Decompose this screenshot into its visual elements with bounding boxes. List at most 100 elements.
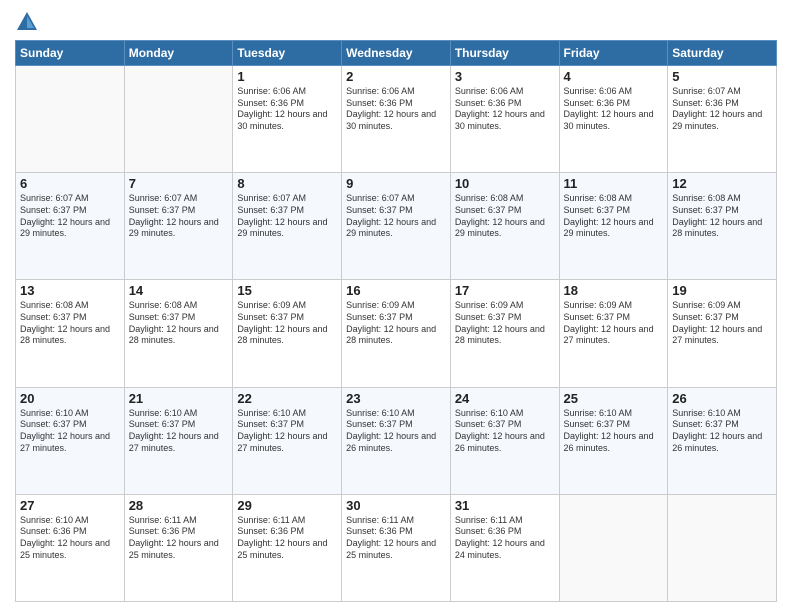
week-row-2: 13 Sunrise: 6:08 AMSunset: 6:37 PMDayligh… bbox=[16, 280, 777, 387]
calendar-cell: 21 Sunrise: 6:10 AMSunset: 6:37 PMDayligh… bbox=[124, 387, 233, 494]
weekday-header-monday: Monday bbox=[124, 41, 233, 66]
logo-icon bbox=[15, 10, 39, 34]
cell-info: Sunrise: 6:09 AMSunset: 6:37 PMDaylight:… bbox=[346, 300, 446, 347]
weekday-header-row: SundayMondayTuesdayWednesdayThursdayFrid… bbox=[16, 41, 777, 66]
weekday-header-sunday: Sunday bbox=[16, 41, 125, 66]
week-row-4: 27Sunrise: 6:10 AMSunset: 6:36 PMDayligh… bbox=[16, 494, 777, 601]
calendar-cell: 18 Sunrise: 6:09 AMSunset: 6:37 PMDayligh… bbox=[559, 280, 668, 387]
day-number: 16 bbox=[346, 283, 446, 298]
calendar-cell bbox=[559, 494, 668, 601]
calendar-cell: 7 Sunrise: 6:07 AMSunset: 6:37 PMDaylight… bbox=[124, 173, 233, 280]
calendar-cell: 3 Sunrise: 6:06 AMSunset: 6:36 PMDaylight… bbox=[450, 66, 559, 173]
day-number: 26 bbox=[672, 391, 772, 406]
calendar-cell: 25 Sunrise: 6:10 AMSunset: 6:37 PMDayligh… bbox=[559, 387, 668, 494]
day-number: 24 bbox=[455, 391, 555, 406]
cell-info: Sunrise: 6:10 AMSunset: 6:37 PMDaylight:… bbox=[20, 408, 120, 455]
cell-info: Sunrise: 6:07 AMSunset: 6:37 PMDaylight:… bbox=[129, 193, 229, 240]
cell-info: Sunrise: 6:09 AMSunset: 6:37 PMDaylight:… bbox=[237, 300, 337, 347]
day-number: 1 bbox=[237, 69, 337, 84]
day-number: 15 bbox=[237, 283, 337, 298]
calendar-cell: 27Sunrise: 6:10 AMSunset: 6:36 PMDayligh… bbox=[16, 494, 125, 601]
cell-info: Sunrise: 6:10 AMSunset: 6:37 PMDaylight:… bbox=[237, 408, 337, 455]
calendar-cell: 16 Sunrise: 6:09 AMSunset: 6:37 PMDayligh… bbox=[342, 280, 451, 387]
calendar-cell bbox=[16, 66, 125, 173]
logo bbox=[15, 10, 43, 34]
day-number: 12 bbox=[672, 176, 772, 191]
day-number: 23 bbox=[346, 391, 446, 406]
day-number: 14 bbox=[129, 283, 229, 298]
cell-info: Sunrise: 6:11 AMSunset: 6:36 PMDaylight:… bbox=[346, 515, 446, 562]
day-number: 6 bbox=[20, 176, 120, 191]
calendar-table: SundayMondayTuesdayWednesdayThursdayFrid… bbox=[15, 40, 777, 602]
calendar-cell: 4Sunrise: 6:06 AMSunset: 6:36 PMDaylight… bbox=[559, 66, 668, 173]
calendar-cell: 5Sunrise: 6:07 AMSunset: 6:36 PMDaylight… bbox=[668, 66, 777, 173]
weekday-header-saturday: Saturday bbox=[668, 41, 777, 66]
calendar-cell: 10Sunrise: 6:08 AMSunset: 6:37 PMDayligh… bbox=[450, 173, 559, 280]
cell-info: Sunrise: 6:09 AMSunset: 6:37 PMDaylight:… bbox=[455, 300, 555, 347]
cell-info: Sunrise: 6:09 AMSunset: 6:37 PMDaylight:… bbox=[564, 300, 664, 347]
calendar-cell: 22 Sunrise: 6:10 AMSunset: 6:37 PMDayligh… bbox=[233, 387, 342, 494]
cell-info: Sunrise: 6:11 AMSunset: 6:36 PMDaylight:… bbox=[237, 515, 337, 562]
day-number: 31 bbox=[455, 498, 555, 513]
day-number: 13 bbox=[20, 283, 120, 298]
day-number: 27 bbox=[20, 498, 120, 513]
calendar-cell: 24 Sunrise: 6:10 AMSunset: 6:37 PMDayligh… bbox=[450, 387, 559, 494]
calendar-cell: 20Sunrise: 6:10 AMSunset: 6:37 PMDayligh… bbox=[16, 387, 125, 494]
cell-info: Sunrise: 6:11 AMSunset: 6:36 PMDaylight:… bbox=[129, 515, 229, 562]
week-row-3: 20Sunrise: 6:10 AMSunset: 6:37 PMDayligh… bbox=[16, 387, 777, 494]
cell-info: Sunrise: 6:11 AMSunset: 6:36 PMDaylight:… bbox=[455, 515, 555, 562]
weekday-header-wednesday: Wednesday bbox=[342, 41, 451, 66]
cell-info: Sunrise: 6:10 AMSunset: 6:37 PMDaylight:… bbox=[455, 408, 555, 455]
day-number: 11 bbox=[564, 176, 664, 191]
calendar-cell: 2Sunrise: 6:06 AMSunset: 6:36 PMDaylight… bbox=[342, 66, 451, 173]
day-number: 22 bbox=[237, 391, 337, 406]
calendar-cell: 19 Sunrise: 6:09 AMSunset: 6:37 PMDayligh… bbox=[668, 280, 777, 387]
cell-info: Sunrise: 6:06 AMSunset: 6:36 PMDaylight:… bbox=[346, 86, 446, 133]
calendar-cell: 13Sunrise: 6:08 AMSunset: 6:37 PMDayligh… bbox=[16, 280, 125, 387]
calendar-cell: 14 Sunrise: 6:08 AMSunset: 6:37 PMDayligh… bbox=[124, 280, 233, 387]
cell-info: Sunrise: 6:10 AMSunset: 6:37 PMDaylight:… bbox=[129, 408, 229, 455]
cell-info: Sunrise: 6:08 AMSunset: 6:37 PMDaylight:… bbox=[129, 300, 229, 347]
calendar-cell bbox=[668, 494, 777, 601]
day-number: 29 bbox=[237, 498, 337, 513]
calendar-cell: 11Sunrise: 6:08 AMSunset: 6:37 PMDayligh… bbox=[559, 173, 668, 280]
cell-info: Sunrise: 6:10 AMSunset: 6:37 PMDaylight:… bbox=[346, 408, 446, 455]
calendar-cell: 9Sunrise: 6:07 AMSunset: 6:37 PMDaylight… bbox=[342, 173, 451, 280]
day-number: 7 bbox=[129, 176, 229, 191]
page: SundayMondayTuesdayWednesdayThursdayFrid… bbox=[0, 0, 792, 612]
cell-info: Sunrise: 6:06 AMSunset: 6:36 PMDaylight:… bbox=[455, 86, 555, 133]
cell-info: Sunrise: 6:07 AMSunset: 6:37 PMDaylight:… bbox=[237, 193, 337, 240]
calendar-cell: 23 Sunrise: 6:10 AMSunset: 6:37 PMDayligh… bbox=[342, 387, 451, 494]
day-number: 3 bbox=[455, 69, 555, 84]
day-number: 17 bbox=[455, 283, 555, 298]
day-number: 25 bbox=[564, 391, 664, 406]
cell-info: Sunrise: 6:10 AMSunset: 6:37 PMDaylight:… bbox=[672, 408, 772, 455]
week-row-0: 1 Sunrise: 6:06 AMSunset: 6:36 PMDaylight… bbox=[16, 66, 777, 173]
day-number: 19 bbox=[672, 283, 772, 298]
cell-info: Sunrise: 6:07 AMSunset: 6:37 PMDaylight:… bbox=[346, 193, 446, 240]
header bbox=[15, 10, 777, 34]
cell-info: Sunrise: 6:09 AMSunset: 6:37 PMDaylight:… bbox=[672, 300, 772, 347]
calendar-cell: 26 Sunrise: 6:10 AMSunset: 6:37 PMDayligh… bbox=[668, 387, 777, 494]
weekday-header-thursday: Thursday bbox=[450, 41, 559, 66]
calendar-cell: 1 Sunrise: 6:06 AMSunset: 6:36 PMDaylight… bbox=[233, 66, 342, 173]
day-number: 30 bbox=[346, 498, 446, 513]
cell-info: Sunrise: 6:08 AMSunset: 6:37 PMDaylight:… bbox=[455, 193, 555, 240]
day-number: 18 bbox=[564, 283, 664, 298]
calendar-cell: 6Sunrise: 6:07 AMSunset: 6:37 PMDaylight… bbox=[16, 173, 125, 280]
cell-info: Sunrise: 6:07 AMSunset: 6:36 PMDaylight:… bbox=[672, 86, 772, 133]
calendar-cell: 15 Sunrise: 6:09 AMSunset: 6:37 PMDayligh… bbox=[233, 280, 342, 387]
calendar-cell bbox=[124, 66, 233, 173]
cell-info: Sunrise: 6:10 AMSunset: 6:37 PMDaylight:… bbox=[564, 408, 664, 455]
day-number: 8 bbox=[237, 176, 337, 191]
weekday-header-friday: Friday bbox=[559, 41, 668, 66]
day-number: 21 bbox=[129, 391, 229, 406]
calendar-cell: 29 Sunrise: 6:11 AMSunset: 6:36 PMDayligh… bbox=[233, 494, 342, 601]
week-row-1: 6 Sunrise: 6:07 AMSunset: 6:37 PMDaylight… bbox=[16, 173, 777, 280]
calendar-cell: 12Sunrise: 6:08 AMSunset: 6:37 PMDayligh… bbox=[668, 173, 777, 280]
calendar-cell: 17 Sunrise: 6:09 AMSunset: 6:37 PMDayligh… bbox=[450, 280, 559, 387]
cell-info: Sunrise: 6:06 AMSunset: 6:36 PMDaylight:… bbox=[237, 86, 337, 133]
cell-info: Sunrise: 6:06 AMSunset: 6:36 PMDaylight:… bbox=[564, 86, 664, 133]
weekday-header-tuesday: Tuesday bbox=[233, 41, 342, 66]
calendar-cell: 31 Sunrise: 6:11 AMSunset: 6:36 PMDayligh… bbox=[450, 494, 559, 601]
